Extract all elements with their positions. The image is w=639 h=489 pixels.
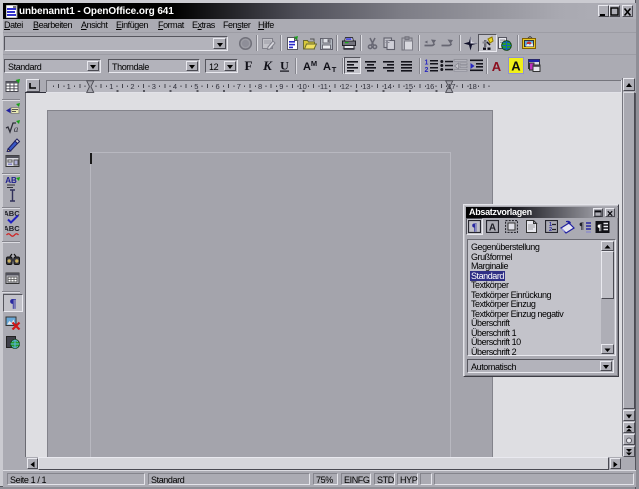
svg-text:A: A [323, 61, 331, 73]
svg-text:1: 1 [109, 82, 113, 91]
svg-text:6: 6 [216, 82, 220, 91]
svg-text:U: U [280, 59, 289, 73]
svg-text:10: 10 [298, 82, 306, 91]
svg-text:A: A [489, 223, 496, 234]
svg-text:18: 18 [469, 82, 477, 91]
svg-text:¶: ¶ [9, 296, 16, 311]
svg-text:¶: ¶ [472, 223, 477, 234]
svg-text:2: 2 [549, 227, 552, 233]
svg-text:14: 14 [383, 82, 391, 91]
svg-text:1: 1 [67, 82, 71, 91]
svg-text:16: 16 [426, 82, 434, 91]
svg-text:7: 7 [237, 82, 241, 91]
svg-text:A: A [511, 59, 521, 74]
svg-text:17: 17 [447, 82, 455, 91]
svg-text:11: 11 [320, 82, 328, 91]
svg-text:A: A [492, 59, 502, 73]
svg-text:2: 2 [425, 67, 429, 73]
svg-text:M: M [311, 59, 317, 68]
svg-text:2: 2 [130, 82, 134, 91]
svg-text:1: 1 [425, 60, 429, 67]
svg-text:8: 8 [258, 82, 262, 91]
svg-text:4: 4 [173, 82, 177, 91]
svg-text:T: T [332, 65, 337, 73]
svg-text:3: 3 [152, 82, 156, 91]
svg-text:A: A [303, 61, 311, 73]
svg-text:K: K [262, 58, 273, 73]
svg-text:9: 9 [279, 82, 283, 91]
svg-text:F: F [245, 58, 253, 73]
svg-text:AB: AB [5, 176, 17, 185]
svg-text:¶: ¶ [579, 221, 584, 231]
svg-text:a: a [14, 124, 19, 134]
svg-text:13: 13 [362, 82, 370, 91]
svg-text:12: 12 [341, 82, 349, 91]
svg-text:¶: ¶ [597, 222, 602, 232]
svg-text:5: 5 [194, 82, 198, 91]
svg-text:ABC: ABC [5, 224, 20, 233]
svg-text:15: 15 [405, 82, 413, 91]
